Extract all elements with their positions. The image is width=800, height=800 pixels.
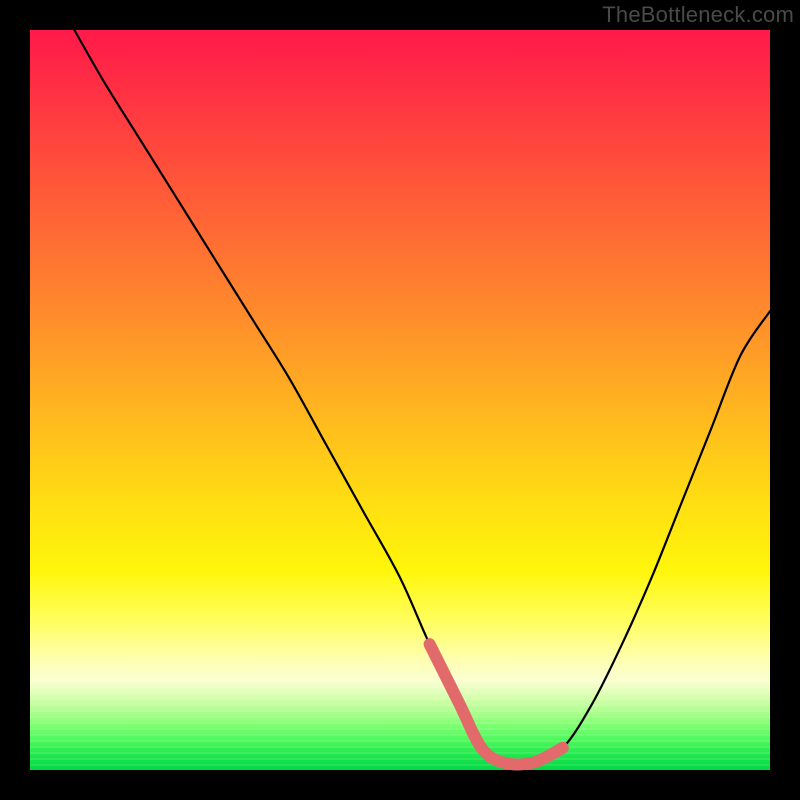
- watermark-text: TheBottleneck.com: [602, 2, 794, 28]
- chart-frame: TheBottleneck.com: [0, 0, 800, 800]
- chart-svg: [30, 30, 770, 770]
- bottleneck-curve: [74, 30, 770, 764]
- optimal-range-highlight: [430, 644, 563, 764]
